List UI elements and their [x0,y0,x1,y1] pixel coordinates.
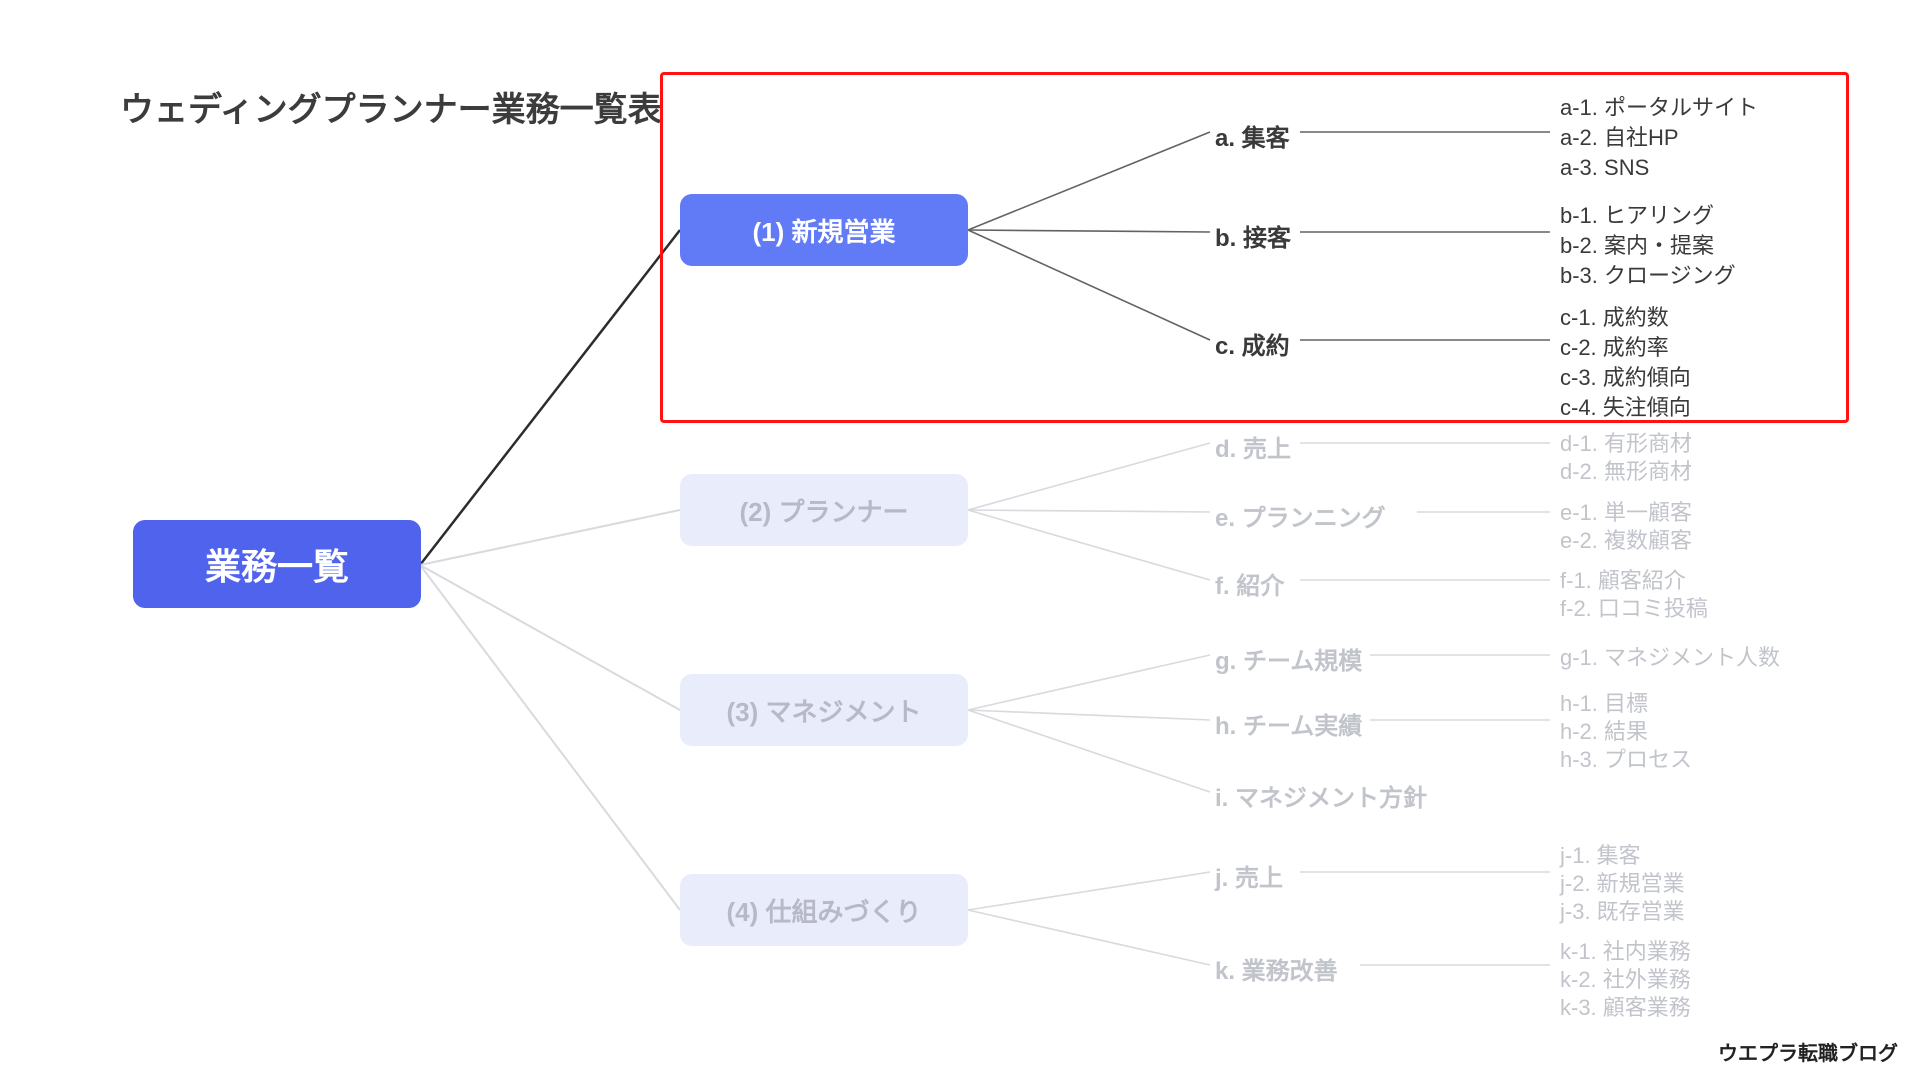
highlight-box [660,72,1849,423]
category-4: (4) 仕組みづくり [680,874,968,946]
diagram-stage: { "title":"ウェディングプランナー業務一覧表", "attributi… [0,0,1920,1080]
sub-g: g. チーム規模 [1215,641,1362,676]
sub-f: f. 紹介 [1215,566,1284,601]
root-node: 業務一覧 [133,520,421,608]
category-3: (3) マネジメント [680,674,968,746]
attribution-label: ウエプラ転職ブログ [1718,1037,1898,1066]
sub-h: h. チーム実績 [1215,706,1362,741]
leaf-d2: d-2. 無形商材 [1560,456,1692,488]
sub-e: e. プランニング [1215,498,1386,533]
leaf-e2: e-2. 複数顧客 [1560,525,1692,557]
sub-j: j. 売上 [1215,858,1283,893]
leaf-j3: j-3. 既存営業 [1560,896,1685,928]
leaf-h3: h-3. プロセス [1560,744,1692,776]
sub-d: d. 売上 [1215,429,1291,464]
category-2: (2) プランナー [680,474,968,546]
leaf-f2: f-2. 口コミ投稿 [1560,593,1708,625]
leaf-k3: k-3. 顧客業務 [1560,992,1691,1024]
sub-k: k. 業務改善 [1215,951,1338,986]
sub-i: i. マネジメント方針 [1215,778,1427,813]
page-title: ウェディングプランナー業務一覧表 [120,82,662,131]
leaf-g1: g-1. マネジメント人数 [1560,642,1780,674]
